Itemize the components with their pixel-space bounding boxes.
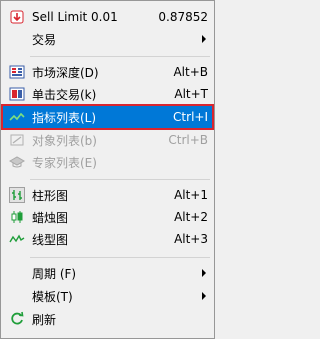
- candlesticks-label: 蜡烛图: [32, 210, 69, 225]
- one-click-shortcut: Alt+T: [174, 87, 208, 101]
- submenu-arrow-icon: [202, 35, 206, 43]
- menu-item-order[interactable]: Sell Limit 0.01 0.87852: [3, 6, 212, 28]
- candlestick-icon: [9, 209, 25, 225]
- market-depth-shortcut: Alt+B: [173, 65, 208, 79]
- expert-hat-icon: [9, 154, 25, 170]
- candlesticks-shortcut: Alt+2: [174, 210, 208, 224]
- submenu-arrow-icon: [202, 292, 206, 300]
- indicators-list-shortcut: Ctrl+I: [173, 110, 208, 124]
- separator: [30, 179, 210, 180]
- submenu-arrow-icon: [202, 269, 206, 277]
- objects-list-label: 对象列表(b): [32, 133, 97, 148]
- line-chart-shortcut: Alt+3: [174, 232, 208, 246]
- menu-item-bar-chart[interactable]: 柱形图 Alt+1: [3, 184, 212, 206]
- menu-item-objects-list[interactable]: 对象列表(b) Ctrl+B: [3, 129, 212, 151]
- chart-context-menu: Sell Limit 0.01 0.87852 交易 市场深度(D) Alt+B: [0, 0, 215, 339]
- separator: [30, 257, 210, 258]
- market-depth-label: 市场深度(D): [32, 65, 99, 80]
- menu-item-refresh[interactable]: 刷新: [3, 308, 212, 330]
- refresh-label: 刷新: [32, 312, 57, 327]
- bar-chart-shortcut: Alt+1: [174, 188, 208, 202]
- periodicity-label: 周期 (F): [32, 266, 77, 281]
- bar-chart-label: 柱形图: [32, 188, 69, 203]
- bar-chart-icon: [9, 187, 25, 203]
- line-chart-label: 线型图: [32, 232, 69, 247]
- order-label: Sell Limit 0.01: [32, 10, 118, 24]
- experts-list-label: 专家列表(E): [32, 155, 97, 170]
- one-click-trading-icon: [9, 86, 25, 102]
- refresh-icon: [9, 311, 25, 327]
- line-chart-icon: [9, 231, 25, 247]
- menu-item-line-chart[interactable]: 线型图 Alt+3: [3, 228, 212, 250]
- menu-item-indicators-list[interactable]: 指标列表(L) Ctrl+I: [1, 104, 214, 130]
- menu-item-trade[interactable]: 交易: [3, 28, 212, 50]
- order-price: 0.87852: [158, 10, 208, 24]
- templates-label: 模板(T): [32, 289, 73, 304]
- menu-item-candlesticks[interactable]: 蜡烛图 Alt+2: [3, 206, 212, 228]
- objects-list-shortcut: Ctrl+B: [168, 133, 208, 147]
- menu-item-one-click[interactable]: 单击交易(k) Alt+T: [3, 83, 212, 105]
- trade-label: 交易: [32, 32, 57, 47]
- menu-item-templates[interactable]: 模板(T): [3, 285, 212, 307]
- objects-list-icon: [9, 132, 25, 148]
- market-depth-icon: [9, 64, 25, 80]
- menu-item-market-depth[interactable]: 市场深度(D) Alt+B: [3, 61, 212, 83]
- indicators-list-label: 指标列表(L): [32, 110, 97, 125]
- separator: [30, 56, 210, 57]
- one-click-label: 单击交易(k): [32, 87, 97, 102]
- menu-item-experts-list[interactable]: 专家列表(E): [3, 151, 212, 173]
- sell-arrow-icon: [9, 9, 25, 25]
- menu-item-periodicity[interactable]: 周期 (F): [3, 262, 212, 284]
- indicator-line-icon: [9, 109, 25, 125]
